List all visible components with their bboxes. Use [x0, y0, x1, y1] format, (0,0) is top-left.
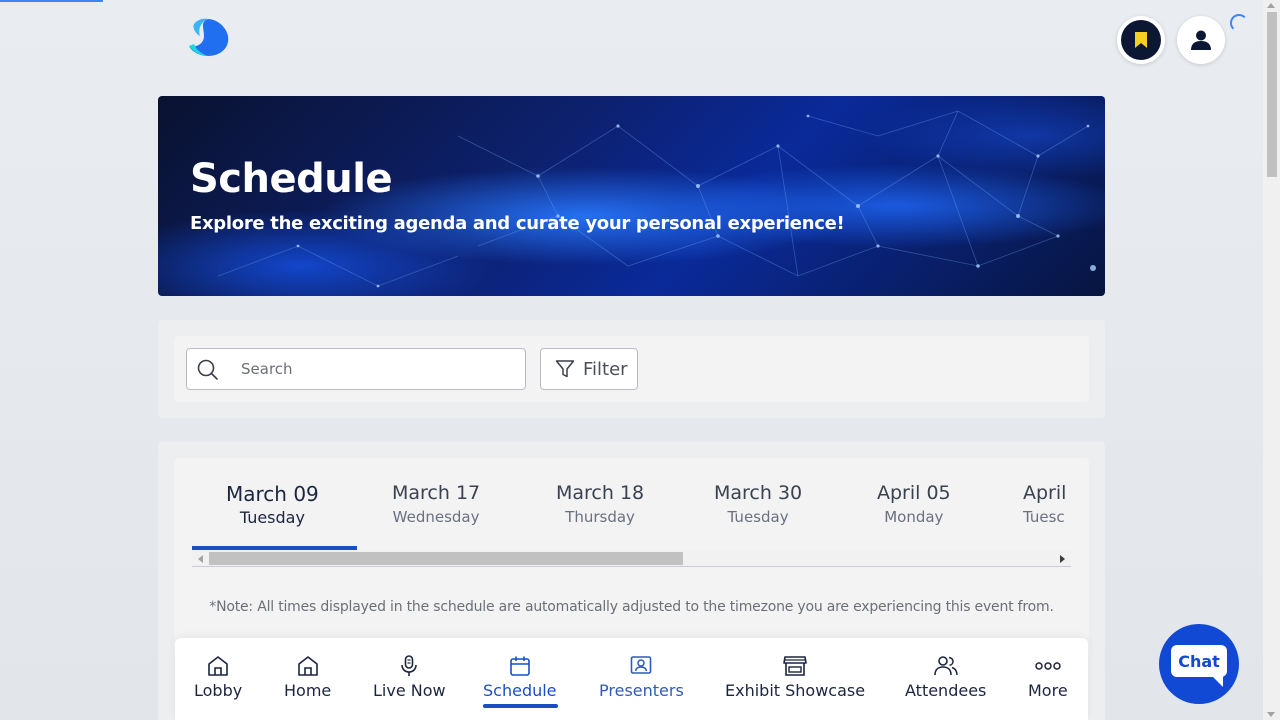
- scroll-right-arrow-icon[interactable]: [1060, 555, 1065, 563]
- more-dots-icon: [1035, 662, 1061, 670]
- date-tab[interactable]: March 18 Thursday: [556, 482, 644, 526]
- nav-active-indicator: [483, 704, 558, 708]
- nav-item-attendees[interactable]: Attendees: [905, 654, 986, 700]
- date-tab-date: April 05: [877, 482, 951, 504]
- date-tab[interactable]: March 30 Tuesday: [714, 482, 802, 526]
- nav-item-label: More: [1028, 681, 1068, 700]
- chat-bubble-icon: Chat: [1171, 645, 1227, 687]
- date-tab-weekday: Wednesday: [392, 508, 480, 526]
- chat-button[interactable]: Chat: [1159, 624, 1239, 704]
- user-icon: [1191, 30, 1211, 50]
- date-tab[interactable]: March 17 Wednesday: [392, 482, 480, 526]
- scroll-left-arrow-icon[interactable]: [198, 555, 203, 563]
- app-logo[interactable]: [186, 16, 232, 58]
- filter-button[interactable]: Filter: [540, 348, 638, 390]
- page-scrollbar[interactable]: [1263, 0, 1280, 720]
- nav-item-label: Schedule: [483, 681, 557, 700]
- date-tab[interactable]: March 09 Tuesday: [226, 482, 319, 527]
- filter-label: Filter: [583, 358, 628, 380]
- page-title: Schedule: [190, 156, 393, 202]
- search-input[interactable]: [241, 359, 511, 379]
- chat-label: Chat: [1178, 651, 1220, 671]
- date-tabs-scrollbar-thumb[interactable]: [209, 552, 683, 565]
- nav-item-home[interactable]: Home: [284, 654, 331, 700]
- date-tab[interactable]: April 05 Monday: [877, 482, 951, 526]
- nav-item-lobby[interactable]: Lobby: [194, 654, 242, 700]
- scroll-up-arrow-icon[interactable]: [1267, 3, 1275, 8]
- date-tab-weekday: Tuesday: [239, 508, 305, 527]
- date-tab[interactable]: April Tuesc: [1023, 482, 1071, 526]
- nav-item-label: Exhibit Showcase: [725, 681, 866, 700]
- microphone-icon: [401, 655, 418, 676]
- search-panel: Filter: [158, 320, 1105, 418]
- timezone-note: *Note: All times displayed in the schedu…: [209, 599, 1054, 615]
- search-toolbar: Filter: [174, 336, 1089, 402]
- profile-button[interactable]: [1177, 16, 1225, 64]
- people-icon: [933, 656, 958, 676]
- bottom-navigation: Lobby Home Live Now Schedule Presenters …: [175, 638, 1088, 720]
- date-tab-date: March 18: [556, 482, 645, 504]
- date-tabs-scrollbar[interactable]: [192, 550, 1071, 567]
- date-tab-weekday: Tuesday: [727, 508, 789, 526]
- home-icon: [297, 656, 318, 676]
- nav-item-live-now[interactable]: Live Now: [373, 654, 446, 700]
- nav-item-presenters[interactable]: Presenters: [599, 654, 684, 700]
- scroll-down-arrow-icon[interactable]: [1267, 712, 1275, 717]
- page-load-progress: [0, 0, 103, 2]
- nav-item-exhibit-showcase[interactable]: Exhibit Showcase: [725, 654, 865, 700]
- bookmark-icon: [1135, 32, 1147, 48]
- date-tab-weekday: Monday: [884, 508, 944, 526]
- nav-item-label: Attendees: [905, 681, 987, 700]
- date-tab-date: March 30: [714, 482, 803, 504]
- date-tab-date: March 09: [226, 482, 319, 506]
- date-tabs-container: March 09 Tuesday March 17 Wednesday Marc…: [174, 458, 1089, 658]
- loading-spinner-icon: [1230, 14, 1248, 32]
- nav-item-label: Presenters: [599, 681, 684, 700]
- nav-item-label: Live Now: [373, 681, 446, 700]
- page-subtitle: Explore the exciting agenda and curate y…: [190, 213, 845, 234]
- nav-item-label: Lobby: [194, 681, 243, 700]
- schedule-banner: Schedule Explore the exciting agenda and…: [158, 96, 1105, 296]
- date-tab-date: April: [1023, 482, 1067, 504]
- nav-item-schedule[interactable]: Schedule: [483, 654, 557, 700]
- search-field[interactable]: [186, 348, 526, 390]
- scrollbar-thumb[interactable]: [1267, 12, 1277, 177]
- calendar-icon: [509, 656, 530, 676]
- bookmarks-button[interactable]: [1117, 16, 1165, 64]
- date-tab-date: March 17: [392, 482, 481, 504]
- nav-item-more[interactable]: More: [1028, 654, 1068, 700]
- presenter-icon: [631, 656, 652, 674]
- filter-icon: [555, 360, 575, 378]
- storefront-icon: [783, 656, 807, 676]
- date-tab-weekday: Tuesc: [1023, 508, 1065, 526]
- nav-item-label: Home: [284, 681, 332, 700]
- date-tab-weekday: Thursday: [565, 508, 635, 526]
- search-icon: [197, 359, 218, 380]
- lobby-icon: [208, 656, 228, 676]
